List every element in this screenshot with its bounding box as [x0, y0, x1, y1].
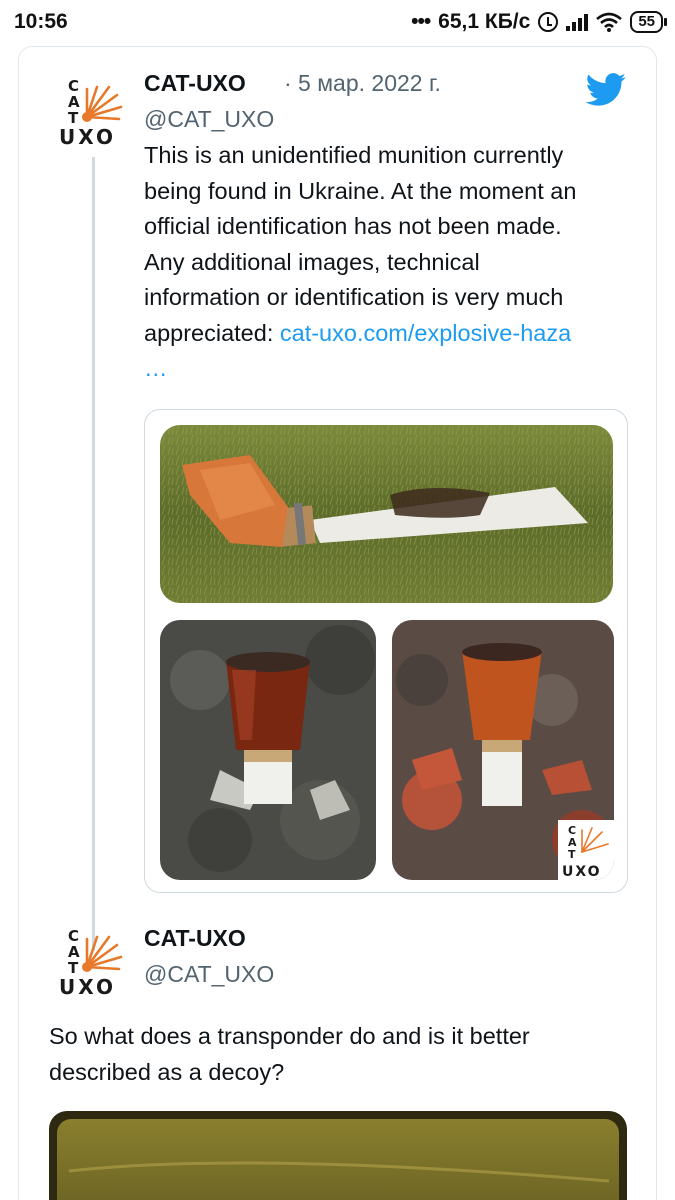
- tweet-date[interactable]: · 5 мар. 2022 г.: [284, 70, 441, 97]
- author-handle[interactable]: @CAT_UXO: [144, 961, 274, 988]
- tweet-link-ellipsis[interactable]: …: [144, 351, 644, 387]
- tweet-text-line: information or identification is very mu…: [144, 284, 564, 310]
- status-net-speed: 65,1 КБ/с: [438, 10, 531, 33]
- battery-indicator: 55: [630, 11, 667, 33]
- tweet-text-line: This is an unidentified munition current…: [144, 142, 564, 168]
- signal-icon: [566, 13, 589, 31]
- tweet-text-line: Any additional images, technical: [144, 248, 480, 275]
- thread-connector-line: [92, 157, 95, 951]
- photo-munition-in-soil-right[interactable]: C A T UXO: [392, 620, 614, 880]
- avatar[interactable]: C A T UXO: [49, 73, 125, 149]
- watermark-letter-t: T: [568, 848, 576, 861]
- avatar[interactable]: C A T UXO: [49, 923, 125, 999]
- avatar-uxo: UXO: [59, 975, 116, 999]
- explosion-icon: [82, 935, 123, 972]
- alarm-icon: [538, 12, 559, 32]
- status-bar: 10:56 ••• 65,1 КБ/с 55: [0, 0, 675, 46]
- photo-munition-in-soil-left[interactable]: [160, 620, 376, 880]
- tweet-link[interactable]: cat-uxo.com/explosive-haza: [280, 320, 571, 346]
- media-grid: C A T UXO: [144, 409, 628, 893]
- tweet-text-fragment: appreciated:: [144, 319, 280, 346]
- tweet-text: This is an unidentified munition current…: [144, 138, 644, 387]
- munition-grass-image: [160, 425, 613, 603]
- status-indicators: ••• 65,1 КБ/с 55: [411, 10, 667, 34]
- status-time: 10:56: [14, 10, 68, 33]
- avatar-uxo: UXO: [59, 125, 116, 149]
- tweet-text-line: official identification has not been mad…: [144, 213, 562, 239]
- tweet-text-line: So what does a transponder do and is it …: [49, 1023, 530, 1049]
- tweet-text: So what does a transponder do and is it …: [49, 1019, 639, 1090]
- tweet-text-line: described as a decoy?: [49, 1058, 285, 1085]
- watermark-uxo: UXO: [562, 864, 602, 880]
- munition-soil-left-image: [160, 620, 376, 880]
- photo-munition-on-grass[interactable]: [160, 425, 613, 603]
- author-name[interactable]: CAT-UXO: [144, 70, 246, 97]
- twitter-bird-icon[interactable]: [585, 73, 627, 107]
- tweet-text-line: appreciated: cat-uxo.com/explosive-haza: [144, 316, 644, 352]
- explosion-icon: [82, 85, 123, 122]
- transponder-image: [49, 1111, 627, 1200]
- status-dots: •••: [411, 10, 431, 33]
- tweet-text-line: being found in Ukraine. At the moment an: [144, 177, 577, 204]
- author-handle[interactable]: @CAT_UXO: [144, 106, 274, 133]
- munition-soil-right-image: C A T UXO: [392, 620, 614, 880]
- photo-transponder[interactable]: [49, 1111, 627, 1200]
- author-name[interactable]: CAT-UXO: [144, 925, 246, 952]
- wifi-icon: [596, 12, 623, 32]
- thread-card: C A T UXO CAT-UXO · 5 мар. 2022 г. @CAT_…: [18, 46, 657, 1200]
